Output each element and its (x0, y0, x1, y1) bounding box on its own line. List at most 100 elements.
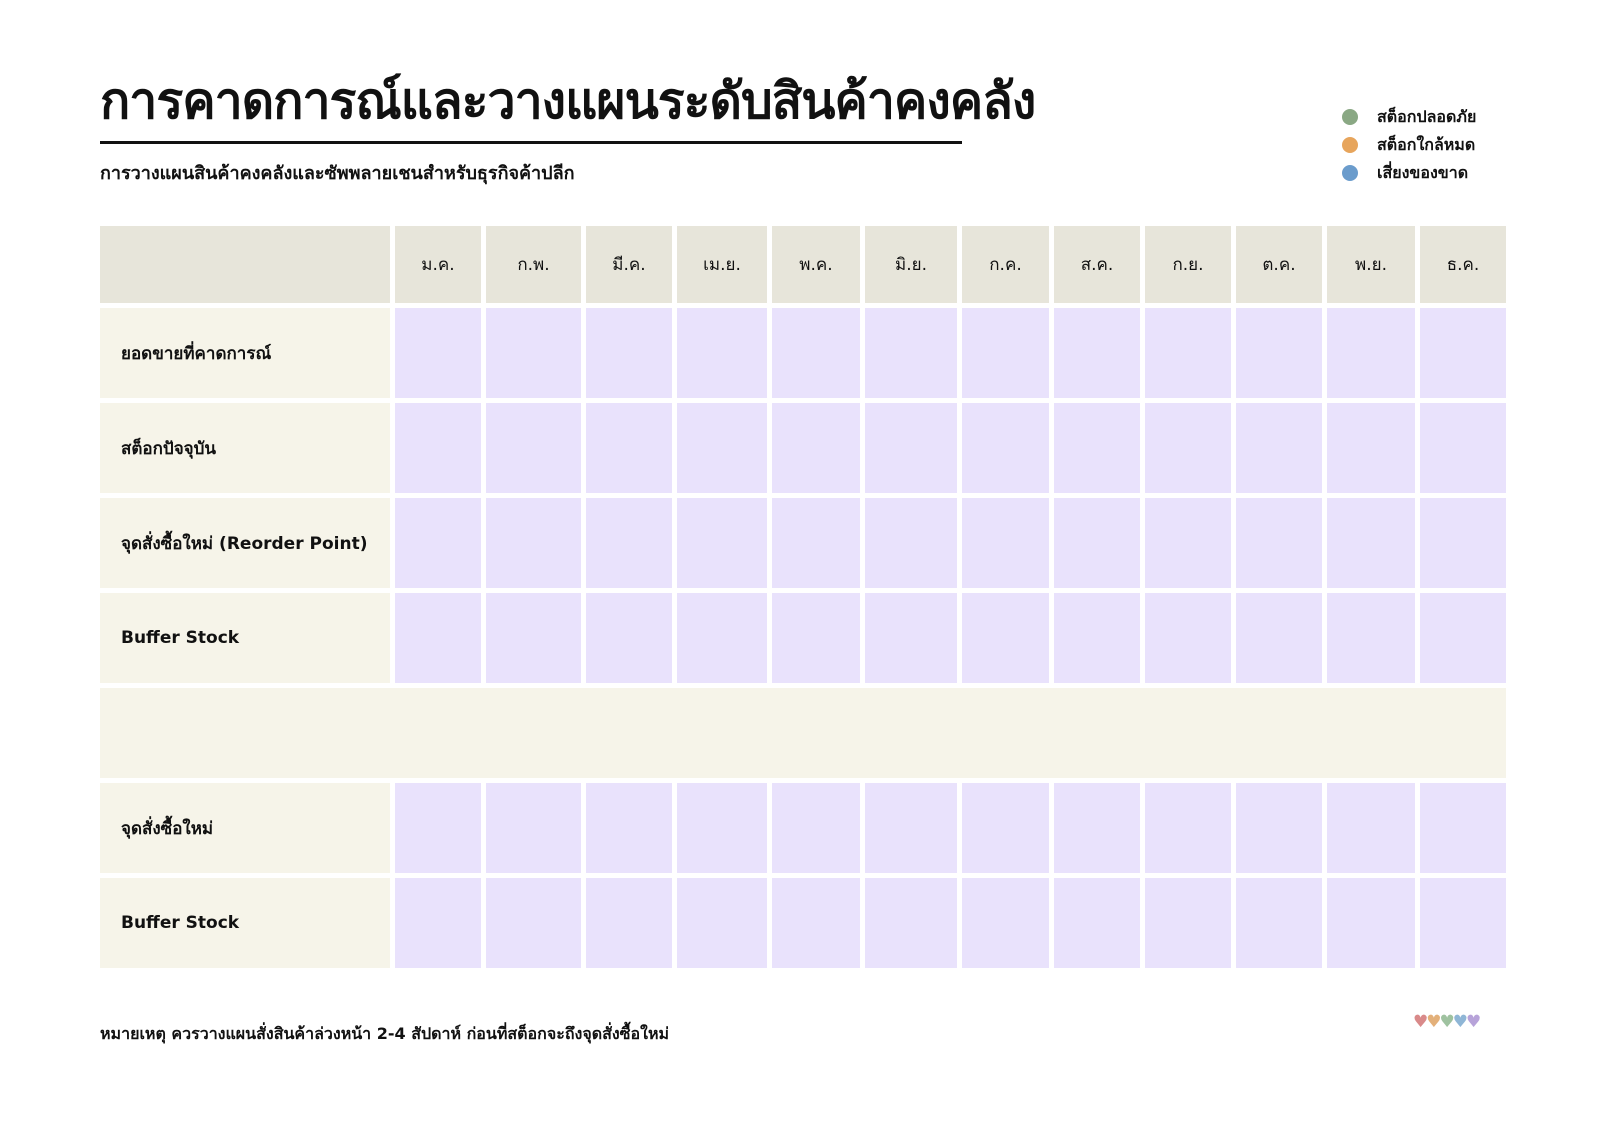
table-cell[interactable] (865, 403, 957, 493)
table-cell[interactable] (1236, 783, 1322, 873)
month-header-aug: ส.ค. (1054, 226, 1140, 303)
table-cell[interactable] (1145, 308, 1231, 398)
table-cell[interactable] (1054, 783, 1140, 873)
table-cell[interactable] (1420, 878, 1506, 968)
legend-label-safe: สต็อกปลอดภัย (1377, 106, 1477, 126)
table-cell[interactable] (962, 593, 1049, 683)
table-cell[interactable] (1327, 498, 1415, 588)
table-cell[interactable] (772, 593, 860, 683)
table-cell[interactable] (1327, 308, 1415, 398)
table-cell[interactable] (395, 593, 481, 683)
table-cell[interactable] (962, 403, 1049, 493)
table-cell[interactable] (486, 783, 581, 873)
table-cell[interactable] (772, 498, 860, 588)
month-header-nov: พ.ย. (1327, 226, 1415, 303)
table-cell[interactable] (395, 783, 481, 873)
legend: สต็อกปลอดภัย สต็อกใกล้หมด เสี่ยงของขาด (1342, 103, 1476, 187)
table-cell[interactable] (395, 878, 481, 968)
month-header-jan: ม.ค. (395, 226, 481, 303)
table-cell[interactable] (1236, 878, 1322, 968)
page-title: การคาดการณ์และวางแผนระดับสินค้าคงคลัง (100, 72, 1036, 130)
table-cell[interactable] (865, 878, 957, 968)
table-cell[interactable] (486, 403, 581, 493)
month-header-dec: ธ.ค. (1420, 226, 1506, 303)
table-cell[interactable] (677, 308, 767, 398)
inventory-plan-table: ม.ค. ก.พ. มี.ค. เม.ย. พ.ค. มิ.ย. ก.ค. ส.… (100, 226, 1506, 968)
table-cell[interactable] (677, 783, 767, 873)
table-cell[interactable] (1054, 878, 1140, 968)
month-header-sep: ก.ย. (1145, 226, 1231, 303)
table-cell[interactable] (486, 878, 581, 968)
row-label-reorder-point: จุดสั่งซื้อใหม่ (Reorder Point) (100, 498, 390, 588)
table-cell[interactable] (772, 308, 860, 398)
table-cell[interactable] (1327, 593, 1415, 683)
month-header-mar: มี.ค. (586, 226, 672, 303)
table-cell[interactable] (677, 403, 767, 493)
table-cell[interactable] (1145, 498, 1231, 588)
table-cell[interactable] (1327, 403, 1415, 493)
table-cell[interactable] (1145, 403, 1231, 493)
table-cell[interactable] (1420, 403, 1506, 493)
table-corner-cell (100, 226, 390, 303)
table-cell[interactable] (677, 593, 767, 683)
table-cell[interactable] (1236, 498, 1322, 588)
table-cell[interactable] (1145, 783, 1231, 873)
page-subtitle: การวางแผนสินค้าคงคลังและซัพพลายเชนสำหรับ… (100, 163, 575, 184)
table-cell[interactable] (486, 498, 581, 588)
legend-item-risk: เสี่ยงของขาด (1342, 159, 1476, 187)
table-cell[interactable] (1145, 593, 1231, 683)
table-cell[interactable] (772, 403, 860, 493)
table-cell[interactable] (395, 498, 481, 588)
table-cell[interactable] (865, 783, 957, 873)
legend-dot-risk (1342, 165, 1358, 181)
table-cell[interactable] (1236, 403, 1322, 493)
row-label-forecast-sales: ยอดขายที่คาดการณ์ (100, 308, 390, 398)
legend-dot-safe (1342, 109, 1358, 125)
month-header-may: พ.ค. (772, 226, 860, 303)
table-cell[interactable] (1420, 308, 1506, 398)
table-cell[interactable] (772, 783, 860, 873)
row-label-buffer-stock-2: Buffer Stock (100, 878, 390, 968)
table-cell[interactable] (1420, 498, 1506, 588)
table-cell[interactable] (865, 308, 957, 398)
table-cell[interactable] (1054, 308, 1140, 398)
table-cell[interactable] (586, 593, 672, 683)
title-underline (100, 141, 962, 144)
table-cell[interactable] (677, 878, 767, 968)
table-cell[interactable] (1054, 403, 1140, 493)
table-cell[interactable] (1054, 593, 1140, 683)
table-cell[interactable] (486, 593, 581, 683)
table-cell[interactable] (677, 498, 767, 588)
table-cell[interactable] (1236, 308, 1322, 398)
table-cell[interactable] (1420, 593, 1506, 683)
table-cell[interactable] (1420, 783, 1506, 873)
table-cell[interactable] (962, 878, 1049, 968)
table-cell[interactable] (962, 308, 1049, 398)
table-cell[interactable] (865, 498, 957, 588)
table-cell[interactable] (586, 498, 672, 588)
table-cell[interactable] (1054, 498, 1140, 588)
table-cell[interactable] (865, 593, 957, 683)
table-cell[interactable] (962, 783, 1049, 873)
table-cell[interactable] (586, 878, 672, 968)
decorative-hearts: ♥ ♥ ♥ ♥ ♥ (1413, 1012, 1481, 1032)
table-cell[interactable] (1327, 878, 1415, 968)
table-cell[interactable] (486, 308, 581, 398)
table-cell[interactable] (1145, 878, 1231, 968)
table-cell[interactable] (1236, 593, 1322, 683)
month-header-jul: ก.ค. (962, 226, 1049, 303)
legend-dot-low (1342, 137, 1358, 153)
table-cell[interactable] (962, 498, 1049, 588)
month-header-feb: ก.พ. (486, 226, 581, 303)
table-cell[interactable] (395, 308, 481, 398)
table-cell[interactable] (586, 783, 672, 873)
table-cell[interactable] (1327, 783, 1415, 873)
table-cell[interactable] (772, 878, 860, 968)
table-cell[interactable] (395, 403, 481, 493)
legend-label-low: สต็อกใกล้หมด (1377, 134, 1476, 154)
row-label-current-stock: สต็อกปัจจุบัน (100, 403, 390, 493)
row-label-reorder-point-2: จุดสั่งซื้อใหม่ (100, 783, 390, 873)
table-cell[interactable] (586, 308, 672, 398)
section-divider-row (100, 688, 1506, 778)
table-cell[interactable] (586, 403, 672, 493)
